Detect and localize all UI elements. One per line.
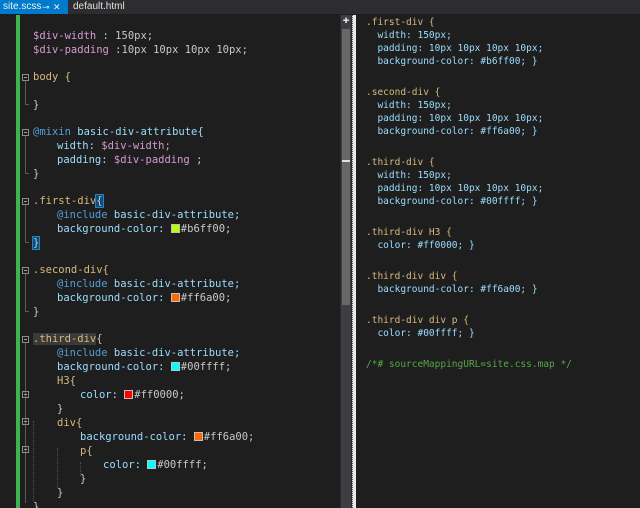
split-view-icon[interactable]: ✚ — [341, 14, 351, 25]
color-swatch[interactable] — [170, 362, 180, 371]
indent-guide — [57, 448, 58, 488]
fold-guide-end — [25, 173, 29, 174]
fold-guide-end — [25, 242, 29, 243]
scss-variable: $div-width — [33, 30, 97, 42]
color-swatch[interactable] — [124, 390, 134, 399]
code-line: H3{ — [57, 375, 76, 387]
code-line: background-color: #b6ff00; — [57, 223, 232, 235]
code-line: background-color: #ff6a00; — [57, 292, 232, 304]
code-line: background-color: #00ffff; — [57, 361, 232, 373]
code-line: /*# sourceMappingURL=site.css.map */ — [366, 358, 572, 371]
fold-guide-end — [25, 104, 29, 105]
scss-editor[interactable]: $div-width : 150px; $div-padding :10px 1… — [0, 15, 340, 508]
code-line: background-color: #ff6a00; — [80, 431, 255, 443]
fold-toggle-icon[interactable] — [22, 391, 29, 398]
fold-guide-end — [25, 311, 29, 312]
code-line: color: #ff0000; — [80, 389, 185, 401]
caret-position-marker — [342, 160, 350, 162]
code-line: .first-div { — [366, 17, 435, 28]
code-line: } — [33, 99, 40, 111]
code-line: @include basic-div-attribute; — [57, 278, 241, 290]
code-line: width: 150px; — [366, 100, 452, 111]
code-line: } — [57, 403, 64, 415]
code-line: padding: $div-padding ; — [57, 154, 203, 166]
code-line: .second-div { — [366, 87, 441, 98]
code-line: .third-div H3 { — [366, 227, 452, 238]
code-line: } — [33, 168, 40, 180]
code-line: background-color: #ff6a00; } — [366, 126, 538, 137]
color-swatch[interactable] — [170, 224, 180, 233]
code-line: $div-width : 150px; — [33, 30, 154, 42]
code-line: padding: 10px 10px 10px 10px; — [366, 183, 544, 194]
code-line: @include basic-div-attribute; — [57, 347, 241, 359]
tab-label: default.html — [73, 1, 125, 12]
color-swatch[interactable] — [147, 460, 157, 469]
fold-toggle-icon[interactable] — [22, 129, 29, 136]
code-line: body { — [33, 71, 71, 83]
fold-toggle-icon[interactable] — [22, 198, 29, 205]
indent-guide — [33, 421, 34, 501]
code-line: width: 150px; — [366, 170, 452, 181]
code-line: .third-div{ — [33, 333, 103, 345]
code-line: color: #ff0000; } — [366, 240, 475, 251]
code-line: padding: 10px 10px 10px 10px; — [366, 43, 544, 54]
color-swatch[interactable] — [193, 432, 203, 441]
change-margin-bar — [16, 15, 20, 508]
code-line: .third-div div { — [366, 271, 458, 282]
code-line: } — [57, 487, 64, 499]
fold-guide — [25, 136, 26, 173]
code-line: } — [80, 473, 87, 485]
tab-site-scss[interactable]: site.scss ⊸ ✕ — [0, 0, 68, 14]
code-line: background-color: #b6ff00; } — [366, 56, 538, 67]
code-line: color: #00ffff; } — [366, 328, 475, 339]
code-line: @include basic-div-attribute; — [57, 209, 241, 221]
code-line: } — [33, 306, 40, 318]
code-line: .first-div{ — [33, 194, 104, 208]
code-line: } — [31, 236, 41, 250]
code-line: background-color: #ff6a00; } — [366, 284, 538, 295]
code-line: .third-div { — [366, 157, 435, 168]
code-line: @mixin basic-div-attribute{ — [33, 126, 204, 138]
fold-toggle-icon[interactable] — [22, 74, 29, 81]
source-map-comment: /*# sourceMappingURL=site.css.map */ — [366, 359, 572, 370]
fold-guide — [25, 205, 26, 242]
code-line: .third-div div p { — [366, 315, 469, 326]
fold-guide — [25, 81, 26, 104]
tab-default-html[interactable]: default.html — [70, 0, 128, 14]
code-line: background-color: #00ffff; } — [366, 196, 538, 207]
close-icon[interactable]: ✕ — [53, 0, 61, 14]
fold-toggle-icon[interactable] — [22, 336, 29, 343]
matched-brace: } — [31, 236, 41, 250]
code-line: .second-div{ — [33, 264, 109, 276]
code-line: div{ — [57, 417, 83, 429]
scss-variable: $div-padding — [33, 44, 109, 56]
fold-guide — [25, 274, 26, 311]
code-line: p{ — [80, 445, 93, 457]
fold-toggle-icon[interactable] — [22, 418, 29, 425]
code-line: } — [33, 501, 40, 508]
code-line: padding: 10px 10px 10px 10px; — [366, 113, 544, 124]
fold-toggle-icon[interactable] — [22, 267, 29, 274]
code-line: width: 150px; — [366, 30, 452, 41]
vertical-scrollbar[interactable] — [340, 15, 352, 508]
code-line: $div-padding :10px 10px 10px 10px; — [33, 44, 248, 56]
scrollbar-thumb[interactable] — [342, 29, 350, 305]
css-output-editor[interactable]: .first-div { width: 150px; padding: 10px… — [356, 15, 640, 508]
pin-icon[interactable]: ⊸ — [42, 0, 50, 14]
code-line: color: #00ffff; — [103, 459, 208, 471]
color-swatch[interactable] — [170, 293, 180, 302]
tab-bar: site.scss ⊸ ✕ default.html — [0, 0, 640, 14]
code-line: width: $div-width; — [57, 140, 171, 152]
matched-brace: { — [95, 194, 104, 208]
tab-label: site.scss — [3, 1, 42, 12]
fold-toggle-icon[interactable] — [22, 446, 29, 453]
